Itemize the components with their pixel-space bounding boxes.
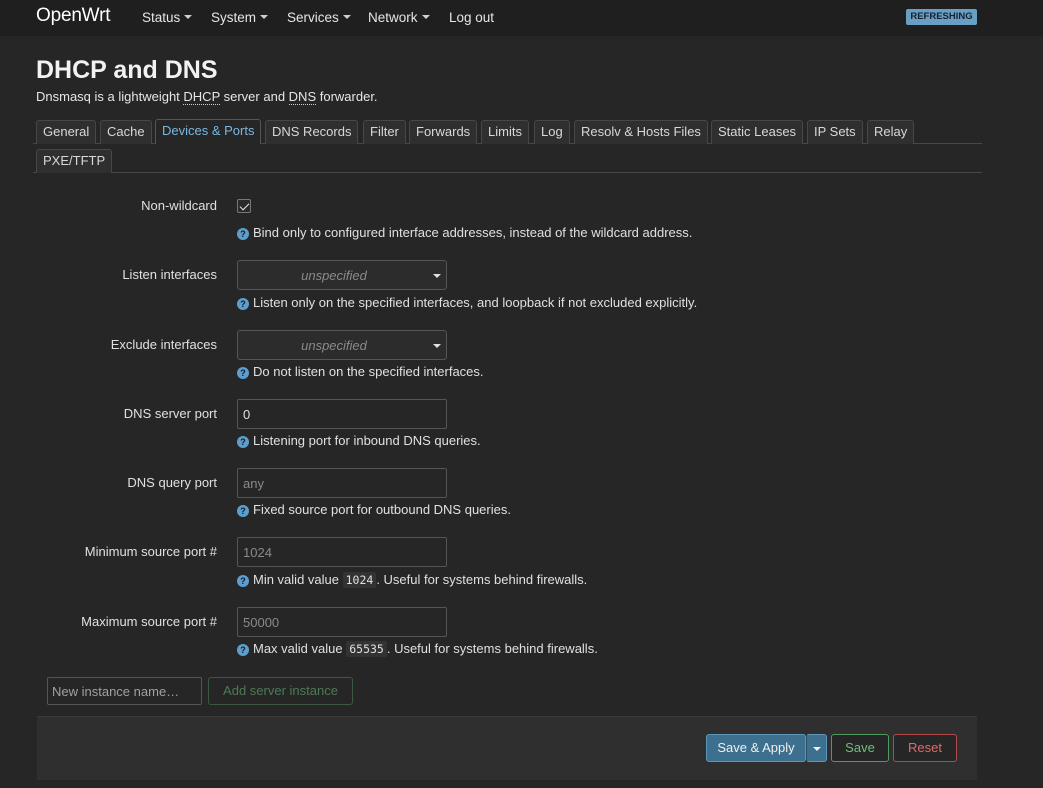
- dns-query-port-input[interactable]: [237, 468, 447, 498]
- reset-button[interactable]: Reset: [893, 734, 957, 762]
- tab-cache[interactable]: Cache: [100, 120, 152, 144]
- max-source-port-help-suffix: . Useful for systems behind firewalls.: [386, 641, 598, 656]
- tab-resolv-hosts[interactable]: Resolv & Hosts Files: [574, 120, 708, 144]
- menu-system[interactable]: System: [211, 10, 269, 25]
- save-button[interactable]: Save: [831, 734, 889, 762]
- listen-interfaces-dropdown[interactable]: unspecified: [237, 260, 447, 290]
- menu-status[interactable]: Status: [142, 10, 193, 25]
- menu-status-label: Status: [142, 10, 181, 25]
- max-source-port-help-prefix: Max valid value: [253, 641, 347, 656]
- min-source-port-help-prefix: Min valid value: [253, 572, 343, 587]
- menu-services-label: Services: [287, 10, 339, 25]
- dns-server-port-help-text: Listening port for inbound DNS queries.: [253, 433, 481, 448]
- nonwildcard-label: Non-wildcard: [141, 198, 217, 213]
- tab-forwards[interactable]: Forwards: [409, 120, 478, 144]
- help-icon: ?: [237, 367, 249, 379]
- save-apply-button[interactable]: Save & Apply: [706, 734, 806, 762]
- exclude-interfaces-value: unspecified: [301, 338, 367, 353]
- exclude-interfaces-dropdown[interactable]: unspecified: [237, 330, 447, 360]
- menu-network-label: Network: [368, 10, 418, 25]
- min-source-port-help-code: 1024: [342, 572, 377, 588]
- listen-interfaces-help-text: Listen only on the specified interfaces,…: [253, 295, 698, 310]
- desc-prefix: Dnsmasq is a lightweight: [36, 89, 184, 104]
- max-source-port-help: ? Max valid value 65535. Useful for syste…: [237, 641, 598, 657]
- tab-relay[interactable]: Relay: [867, 120, 915, 144]
- chevron-down-icon: [433, 344, 441, 348]
- desc-suffix: forwarder.: [316, 89, 378, 104]
- tab-log[interactable]: Log: [534, 120, 570, 144]
- dns-server-port-input[interactable]: [237, 399, 447, 429]
- chevron-down-icon: [260, 15, 269, 19]
- exclude-interfaces-help-text: Do not listen on the specified interface…: [253, 364, 484, 379]
- desc-mid: server and: [220, 89, 289, 104]
- help-icon: ?: [237, 228, 249, 240]
- page-title: DHCP and DNS: [36, 56, 218, 84]
- help-icon: ?: [237, 505, 249, 517]
- max-source-port-help-code: 65535: [346, 641, 387, 657]
- add-server-instance-button[interactable]: Add server instance: [208, 677, 353, 705]
- exclude-interfaces-help: ? Do not listen on the specified interfac…: [237, 364, 484, 379]
- desc-abbr-dhcp: DHCP: [183, 89, 221, 105]
- nonwildcard-help: ? Bind only to configured interface addre…: [237, 225, 692, 240]
- menu-logout[interactable]: Log out: [449, 10, 494, 25]
- tab-divider-row2: [33, 172, 982, 173]
- tab-limits[interactable]: Limits: [481, 120, 529, 144]
- page-description: Dnsmasq is a lightweight DHCP server and…: [36, 89, 378, 105]
- help-icon: ?: [237, 298, 249, 310]
- min-source-port-help: ? Min valid value 1024. Useful for system…: [237, 572, 588, 588]
- menu-services[interactable]: Services: [287, 10, 351, 25]
- exclude-interfaces-label: Exclude interfaces: [110, 337, 217, 352]
- menu-network[interactable]: Network: [368, 10, 430, 25]
- listen-interfaces-help: ? Listen only on the specified interfaces…: [237, 295, 697, 310]
- menu-logout-label: Log out: [449, 10, 495, 25]
- tab-general[interactable]: General: [36, 120, 97, 144]
- new-instance-name-input[interactable]: [47, 677, 202, 705]
- min-source-port-label: Minimum source port #: [84, 544, 217, 559]
- top-header: OpenWrt Status System Services Network L…: [0, 0, 1043, 36]
- min-source-port-help-suffix: . Useful for systems behind firewalls.: [376, 572, 588, 587]
- max-source-port-input[interactable]: [237, 607, 447, 637]
- min-source-port-input[interactable]: [237, 537, 447, 567]
- brand-logo[interactable]: OpenWrt: [36, 5, 110, 27]
- desc-abbr-dns: DNS: [288, 89, 317, 105]
- tab-dns-records[interactable]: DNS Records: [265, 120, 359, 144]
- tab-pxe-tftp[interactable]: PXE/TFTP: [36, 149, 113, 173]
- tab-static-leases[interactable]: Static Leases: [711, 120, 804, 144]
- chevron-down-icon: [813, 747, 821, 751]
- help-icon: ?: [237, 644, 249, 656]
- chevron-down-icon: [421, 15, 430, 19]
- nonwildcard-checkbox[interactable]: [237, 199, 251, 213]
- tab-devices-ports[interactable]: Devices & Ports: [155, 119, 262, 144]
- dns-server-port-label: DNS server port: [123, 406, 217, 421]
- chevron-down-icon: [184, 15, 193, 19]
- max-source-port-label: Maximum source port #: [81, 614, 217, 629]
- help-icon: ?: [237, 575, 249, 587]
- chevron-down-icon: [342, 15, 351, 19]
- listen-interfaces-label: Listen interfaces: [122, 267, 217, 282]
- menu-system-label: System: [211, 10, 257, 25]
- dns-query-port-label: DNS query port: [127, 475, 217, 490]
- listen-interfaces-value: unspecified: [301, 268, 367, 283]
- nonwildcard-help-text: Bind only to configured interface addres…: [253, 225, 693, 240]
- tab-ip-sets[interactable]: IP Sets: [807, 120, 863, 144]
- refreshing-badge[interactable]: REFRESHING: [906, 9, 977, 25]
- tab-filter[interactable]: Filter: [363, 120, 406, 144]
- help-icon: ?: [237, 436, 249, 448]
- dns-query-port-help-text: Fixed source port for outbound DNS queri…: [253, 502, 511, 517]
- dns-server-port-help: ? Listening port for inbound DNS queries.: [237, 433, 481, 448]
- save-apply-dropdown-button[interactable]: [806, 734, 827, 762]
- dns-query-port-help: ? Fixed source port for outbound DNS quer…: [237, 502, 511, 517]
- chevron-down-icon: [433, 274, 441, 278]
